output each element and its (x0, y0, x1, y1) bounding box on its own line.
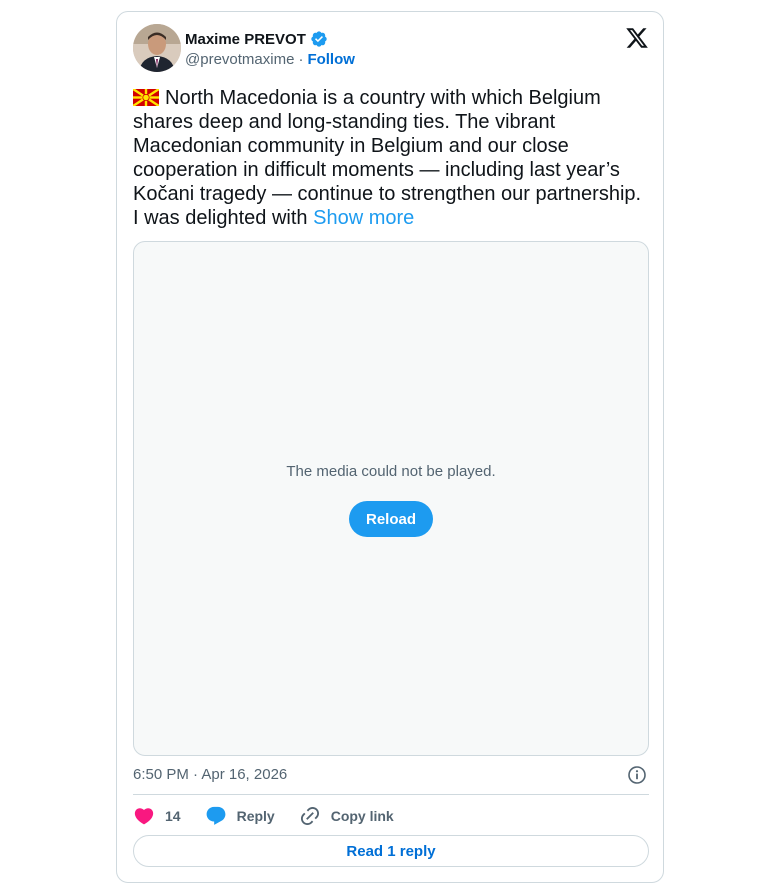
separator-dot: · (298, 51, 304, 68)
x-logo-icon[interactable] (625, 26, 649, 50)
verified-badge-icon (310, 30, 328, 48)
flag-north-macedonia-icon (132, 87, 160, 108)
reply-button[interactable]: Reply (205, 805, 275, 827)
media-player: The media could not be played. Reload (133, 241, 649, 756)
action-bar: 14 Reply Copy link (133, 804, 418, 828)
copy-link-button[interactable]: Copy link (299, 805, 394, 827)
author-avatar[interactable] (133, 24, 181, 72)
tweet-text: North Macedonia is a country with which … (132, 86, 649, 230)
info-icon[interactable] (627, 765, 647, 785)
reload-button[interactable]: Reload (349, 501, 433, 537)
link-icon (299, 805, 321, 827)
divider (133, 794, 649, 795)
show-more-link[interactable]: Show more (313, 207, 414, 229)
heart-icon (133, 805, 155, 827)
follow-button[interactable]: Follow (307, 51, 355, 68)
copy-link-label: Copy link (330, 808, 394, 824)
read-replies-button[interactable]: Read 1 reply (133, 835, 649, 867)
media-error-message: The media could not be played. (286, 463, 496, 480)
author-handle-row: @prevotmaxime · Follow (185, 51, 355, 68)
author-name-row: Maxime PREVOT (185, 30, 328, 48)
like-count: 14 (165, 808, 181, 824)
author-handle[interactable]: @prevotmaxime (185, 51, 294, 68)
speech-bubble-icon (205, 805, 227, 827)
author-name[interactable]: Maxime PREVOT (185, 31, 306, 48)
reply-label: Reply (236, 808, 275, 824)
tweet-timestamp[interactable]: 6:50 PM · Apr 16, 2026 (133, 766, 287, 783)
tweet-embed-card: Maxime PREVOT @prevotmaxime · Follow Nor… (116, 11, 664, 883)
like-button[interactable]: 14 (133, 805, 181, 827)
avatar-image (133, 24, 181, 72)
